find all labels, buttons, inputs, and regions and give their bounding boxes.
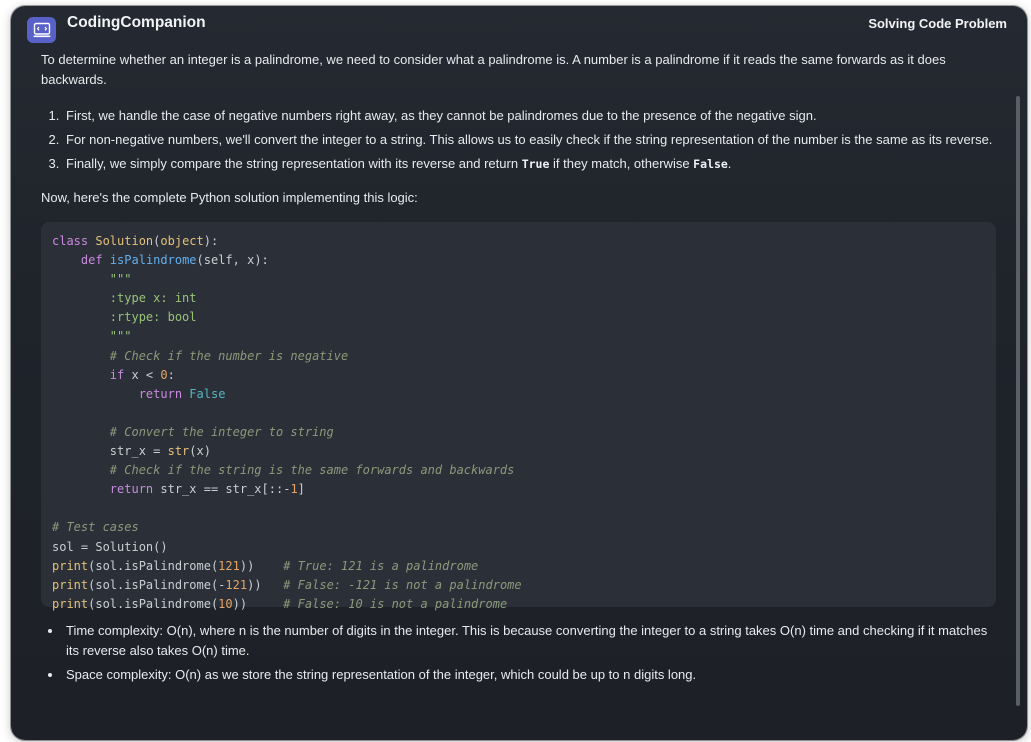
list-item: First, we handle the case of negative nu… — [63, 106, 996, 126]
step-text: if they match, otherwise — [549, 156, 694, 171]
step-text: . — [727, 156, 732, 171]
intro-paragraph: To determine whether an integer is a pal… — [41, 52, 946, 87]
scrollbar[interactable] — [1016, 96, 1020, 706]
list-item: For non-negative numbers, we'll convert … — [63, 130, 996, 150]
complexity-list: Time complexity: O(n), where n is the nu… — [41, 621, 996, 685]
steps-list: First, we handle the case of negative nu… — [41, 106, 996, 174]
app-title: CodingCompanion — [67, 14, 206, 31]
code-content[interactable]: class Solution(object): def isPalindrome… — [52, 232, 985, 614]
list-item: Space complexity: O(n) as we store the s… — [63, 665, 996, 685]
inline-code-true: True — [521, 157, 550, 171]
title-bar: CodingCompanion Solving Code Problem — [11, 6, 1027, 43]
terminal-icon — [27, 17, 56, 43]
list-item: Finally, we simply compare the string re… — [63, 154, 996, 174]
list-item: Time complexity: O(n), where n is the nu… — [63, 621, 996, 661]
step-text: Finally, we simply compare the string re… — [66, 156, 522, 171]
inline-code-false: False — [693, 157, 728, 171]
conversation-title: Solving Code Problem — [868, 16, 1007, 31]
code-block[interactable]: class Solution(object): def isPalindrome… — [41, 222, 996, 611]
code-lead-text: Now, here's the complete Python solution… — [41, 190, 418, 205]
app-window: CodingCompanion Solving Code Problem To … — [11, 6, 1027, 740]
assistant-message: To determine whether an integer is a pal… — [41, 50, 996, 689]
